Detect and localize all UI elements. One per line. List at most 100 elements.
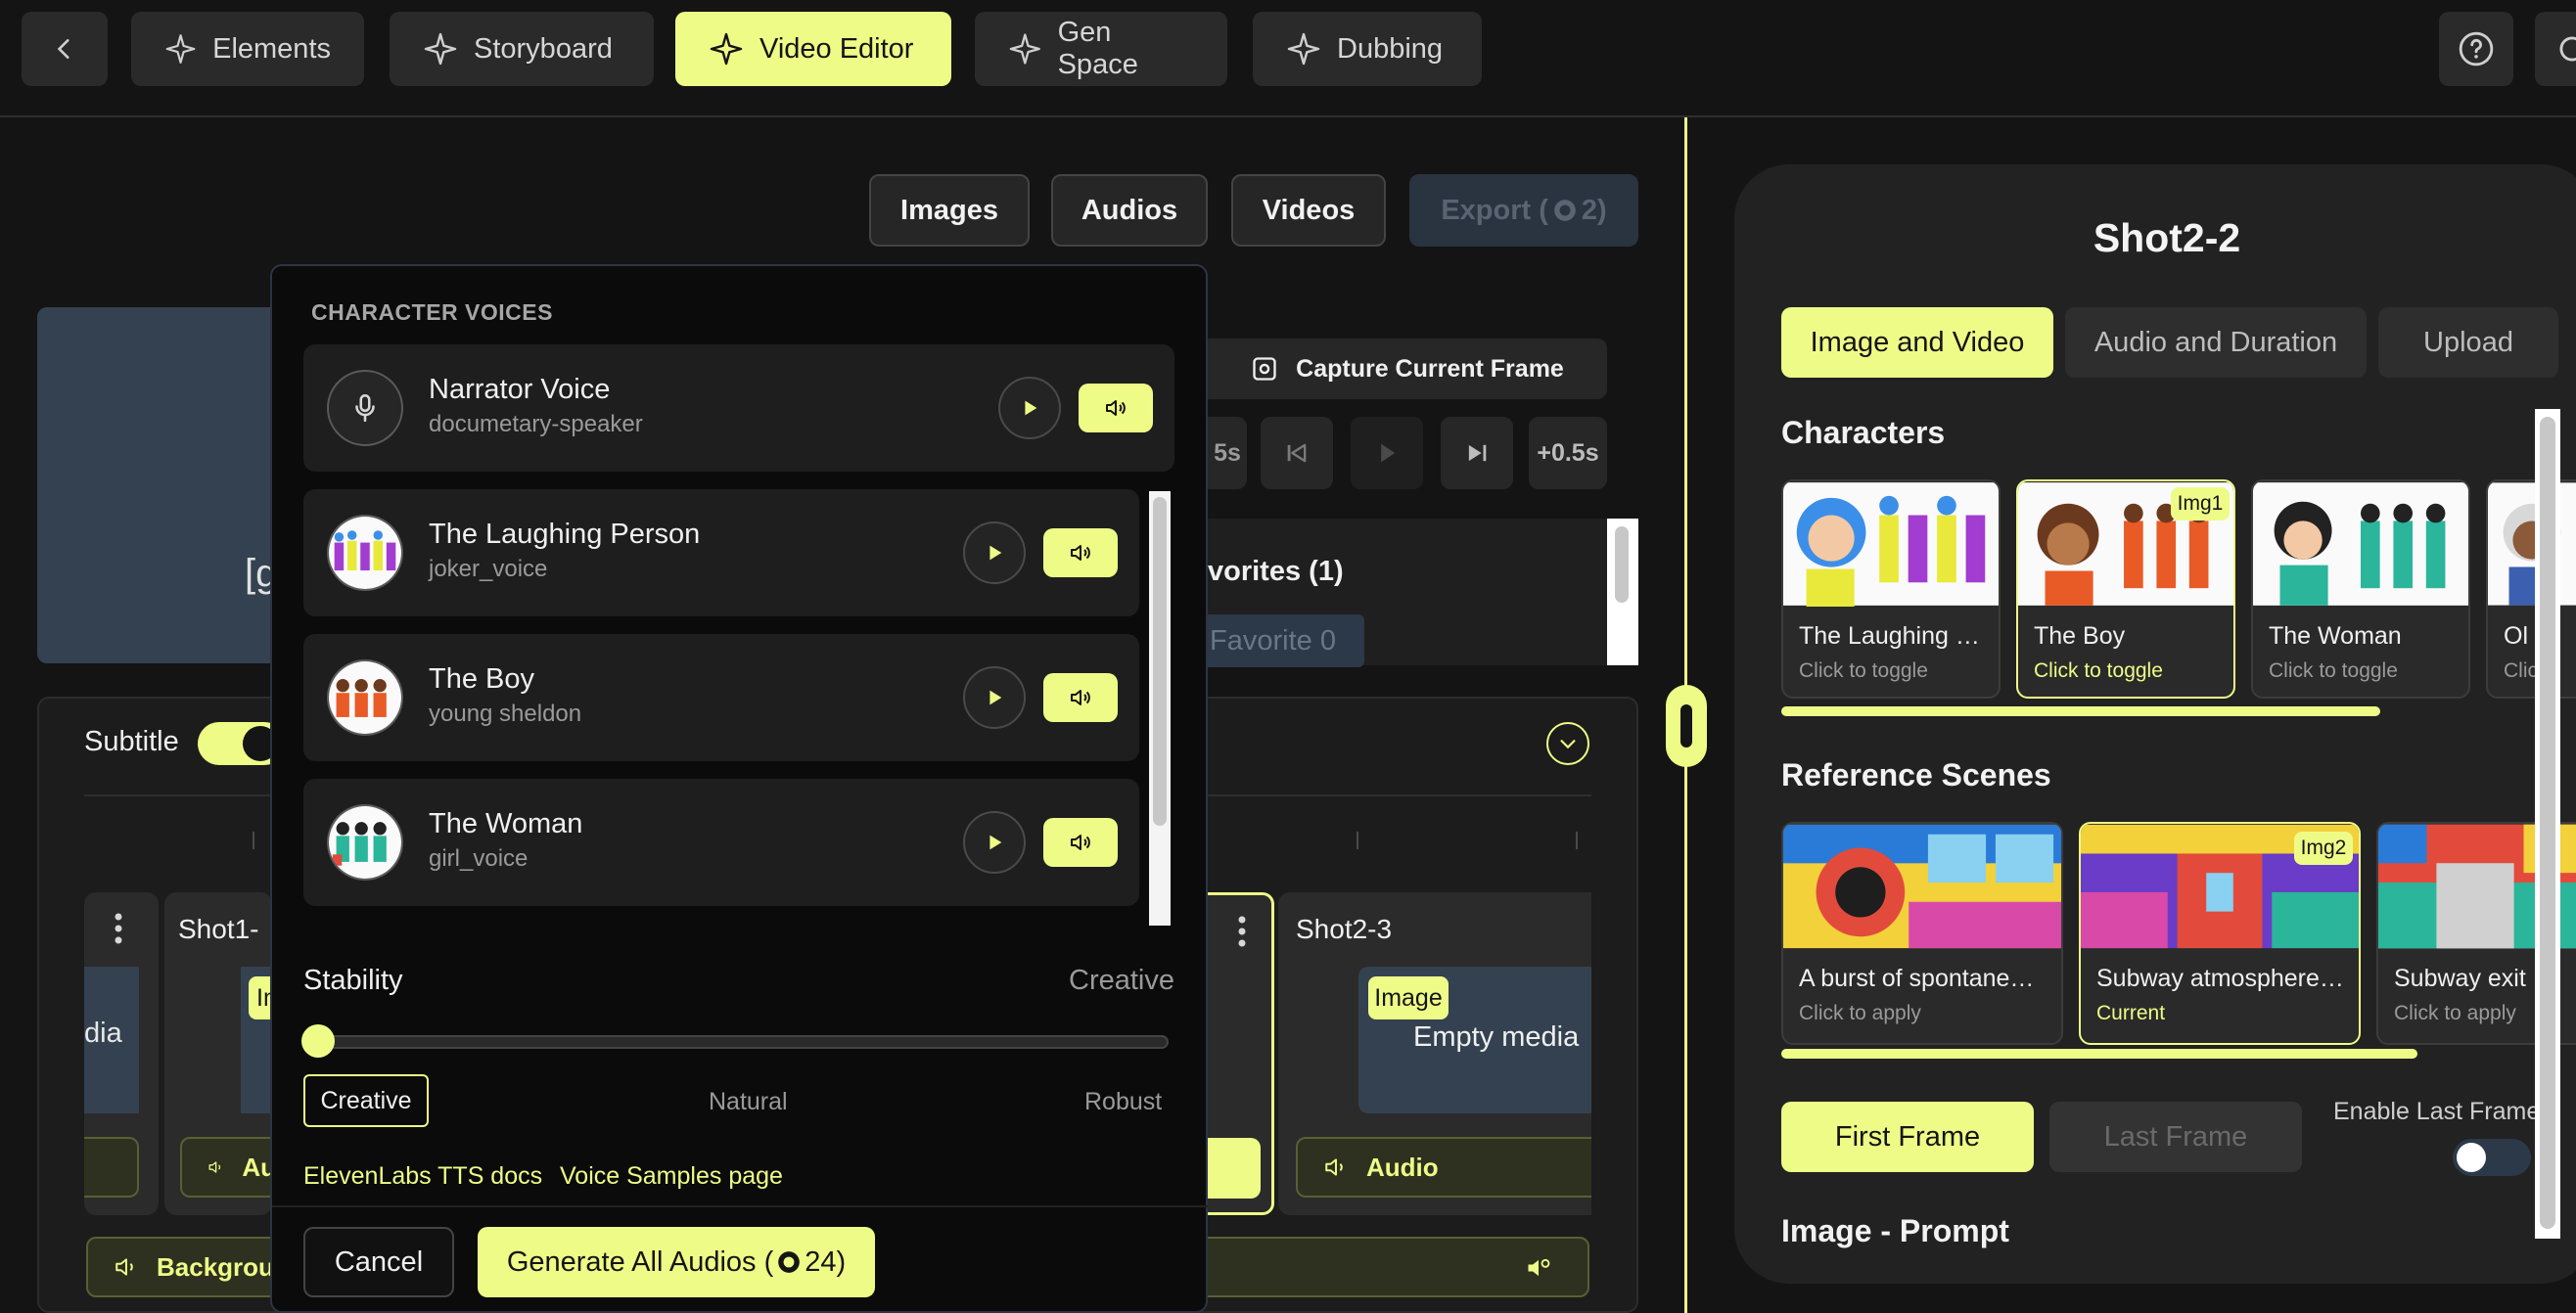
audio-label: Audio bbox=[1366, 1152, 1439, 1182]
back-button[interactable] bbox=[22, 12, 108, 86]
scene-status: Click to apply bbox=[1799, 1002, 1921, 1024]
generate-label: Generate All Audios ( bbox=[506, 1245, 774, 1278]
shot-thumbnail: dia bbox=[84, 967, 139, 1113]
scene-card-subway-atmosphere[interactable]: Img2 Subway atmosphere… Current bbox=[2079, 822, 2361, 1045]
voice-settings-button[interactable] bbox=[1043, 818, 1118, 867]
preset-natural[interactable]: Natural bbox=[709, 1088, 788, 1116]
play-sample-button[interactable] bbox=[963, 521, 1026, 584]
voice-settings-button[interactable] bbox=[1079, 384, 1153, 432]
videos-button[interactable]: Videos bbox=[1231, 174, 1386, 247]
volume-icon bbox=[115, 1258, 133, 1276]
enable-last-frame-toggle[interactable] bbox=[2453, 1139, 2531, 1176]
help-button[interactable] bbox=[2439, 12, 2513, 86]
play-icon bbox=[989, 690, 1002, 705]
voice-settings-button[interactable] bbox=[1043, 673, 1118, 722]
character-card-the-boy[interactable]: Img1 The Boy Click to toggle bbox=[2016, 479, 2235, 699]
panel-scrollbar[interactable] bbox=[2535, 409, 2560, 1239]
image-prompt-heading: Image - Prompt bbox=[1781, 1213, 2009, 1248]
character-card-laughing[interactable]: The Laughing … Click to toggle bbox=[1781, 479, 2001, 699]
voice-list-scrollbar[interactable] bbox=[1149, 491, 1171, 926]
character-card-the-woman[interactable]: The Woman Click to toggle bbox=[2251, 479, 2470, 699]
audio-button[interactable]: Au bbox=[180, 1137, 278, 1198]
scene-card-burst[interactable]: A burst of spontane… Click to apply bbox=[1781, 822, 2063, 1045]
scenes-scrollbar[interactable] bbox=[1781, 1049, 2417, 1059]
export-button[interactable]: Export ( 2) bbox=[1409, 174, 1638, 247]
character-status: Click to toggle bbox=[2034, 659, 2163, 682]
step-forward-label: +0.5s bbox=[1537, 438, 1599, 467]
skip-end-button[interactable] bbox=[1441, 417, 1513, 489]
favorites-scroll-track[interactable] bbox=[1607, 519, 1638, 665]
audio-button-active[interactable] bbox=[1208, 1138, 1261, 1199]
character-name: The Boy bbox=[2034, 622, 2126, 650]
ruler-tick bbox=[253, 832, 254, 849]
step-back-button[interactable]: 5s bbox=[1208, 417, 1247, 489]
microphone-icon bbox=[355, 393, 375, 423]
last-frame-button[interactable]: Last Frame bbox=[2049, 1102, 2302, 1172]
play-sample-button[interactable] bbox=[998, 377, 1061, 439]
voice-name: Narrator Voice bbox=[429, 374, 611, 405]
audio-button[interactable]: Audio bbox=[1296, 1137, 1591, 1198]
images-label: Images bbox=[900, 194, 998, 226]
images-button[interactable]: Images bbox=[869, 174, 1030, 247]
capture-frame-button[interactable]: Capture Current Frame bbox=[1208, 339, 1607, 399]
volume-icon bbox=[1106, 400, 1126, 416]
divider-handle[interactable] bbox=[1666, 685, 1707, 767]
tab-label: Audio and Duration bbox=[2093, 326, 2338, 358]
audios-button[interactable]: Audios bbox=[1051, 174, 1208, 247]
voice-row-the-woman: The Woman girl_voice bbox=[303, 779, 1139, 906]
settings-button[interactable] bbox=[2535, 12, 2576, 86]
tab-dubbing[interactable]: Dubbing bbox=[1253, 12, 1482, 86]
audio-button-partial[interactable] bbox=[84, 1137, 139, 1198]
slider-thumb[interactable] bbox=[301, 1024, 335, 1058]
panel-title: Shot2-2 bbox=[2093, 215, 2241, 260]
favorites-panel: vorites (1) Favorite 0 bbox=[1208, 519, 1609, 667]
favorite-chip[interactable]: Favorite 0 bbox=[1208, 614, 1364, 667]
shot-card-partial[interactable]: dia bbox=[84, 892, 159, 1215]
step-forward-button[interactable]: +0.5s bbox=[1529, 417, 1607, 489]
preset-creative[interactable]: Creative bbox=[303, 1074, 429, 1127]
sparkle-icon bbox=[165, 34, 196, 64]
play-icon bbox=[1381, 443, 1396, 463]
volume-icon bbox=[208, 1161, 221, 1173]
characters-scrollbar[interactable] bbox=[1781, 706, 2380, 716]
tab-upload[interactable]: Upload bbox=[2378, 307, 2558, 378]
tab-audio-and-duration[interactable]: Audio and Duration bbox=[2065, 307, 2367, 378]
tab-storyboard[interactable]: Storyboard bbox=[390, 12, 654, 86]
skip-start-icon bbox=[1287, 443, 1307, 463]
collapse-button[interactable] bbox=[1546, 722, 1589, 765]
first-frame-button[interactable]: First Frame bbox=[1781, 1102, 2034, 1172]
tab-gen-space[interactable]: Gen Space bbox=[975, 12, 1227, 86]
voice-samples-link[interactable]: Voice Samples page bbox=[560, 1162, 783, 1191]
voice-row-narrator: Narrator Voice documetary-speaker bbox=[303, 344, 1174, 472]
favorites-scroll-thumb[interactable] bbox=[1615, 526, 1629, 603]
elevenlabs-docs-link[interactable]: ElevenLabs TTS docs bbox=[303, 1162, 542, 1191]
last-frame-label: Last Frame bbox=[2103, 1120, 2248, 1153]
step-back-label: 5s bbox=[1214, 438, 1241, 467]
chevron-down-icon bbox=[1560, 740, 1576, 749]
stability-slider[interactable] bbox=[301, 1024, 1169, 1058]
shot-card-shot2-3[interactable]: Shot2-3 Empty media Image Audio bbox=[1278, 892, 1591, 1215]
voice-settings-button[interactable] bbox=[1043, 528, 1118, 577]
preset-robust[interactable]: Robust bbox=[1084, 1088, 1162, 1116]
scene-name: A burst of spontane… bbox=[1799, 965, 2035, 992]
gear-icon bbox=[2559, 36, 2576, 62]
scroll-thumb[interactable] bbox=[1153, 497, 1167, 826]
play-sample-button[interactable] bbox=[963, 666, 1026, 729]
play-sample-button[interactable] bbox=[963, 811, 1026, 874]
volume-icon bbox=[1325, 1158, 1343, 1176]
play-button[interactable] bbox=[1351, 417, 1423, 489]
tab-video-editor[interactable]: Video Editor bbox=[675, 12, 951, 86]
generate-all-audios-button[interactable]: Generate All Audios ( 24) bbox=[478, 1227, 875, 1297]
voice-name: The Laughing Person bbox=[429, 519, 701, 550]
help-icon bbox=[2459, 31, 2494, 67]
export-label: Export ( bbox=[1441, 194, 1548, 226]
cancel-button[interactable]: Cancel bbox=[303, 1227, 454, 1297]
tab-image-and-video[interactable]: Image and Video bbox=[1781, 307, 2053, 378]
character-card-partial[interactable]: Ol Clic bbox=[2486, 479, 2576, 699]
skip-start-button[interactable] bbox=[1261, 417, 1333, 489]
capture-label: Capture Current Frame bbox=[1296, 354, 1564, 383]
shot-card-selected[interactable] bbox=[1208, 892, 1274, 1215]
shot-card-shot1[interactable]: Shot1- Im Au bbox=[164, 892, 280, 1215]
panel-scroll-thumb[interactable] bbox=[2540, 417, 2555, 1229]
tab-elements[interactable]: Elements bbox=[131, 12, 364, 86]
